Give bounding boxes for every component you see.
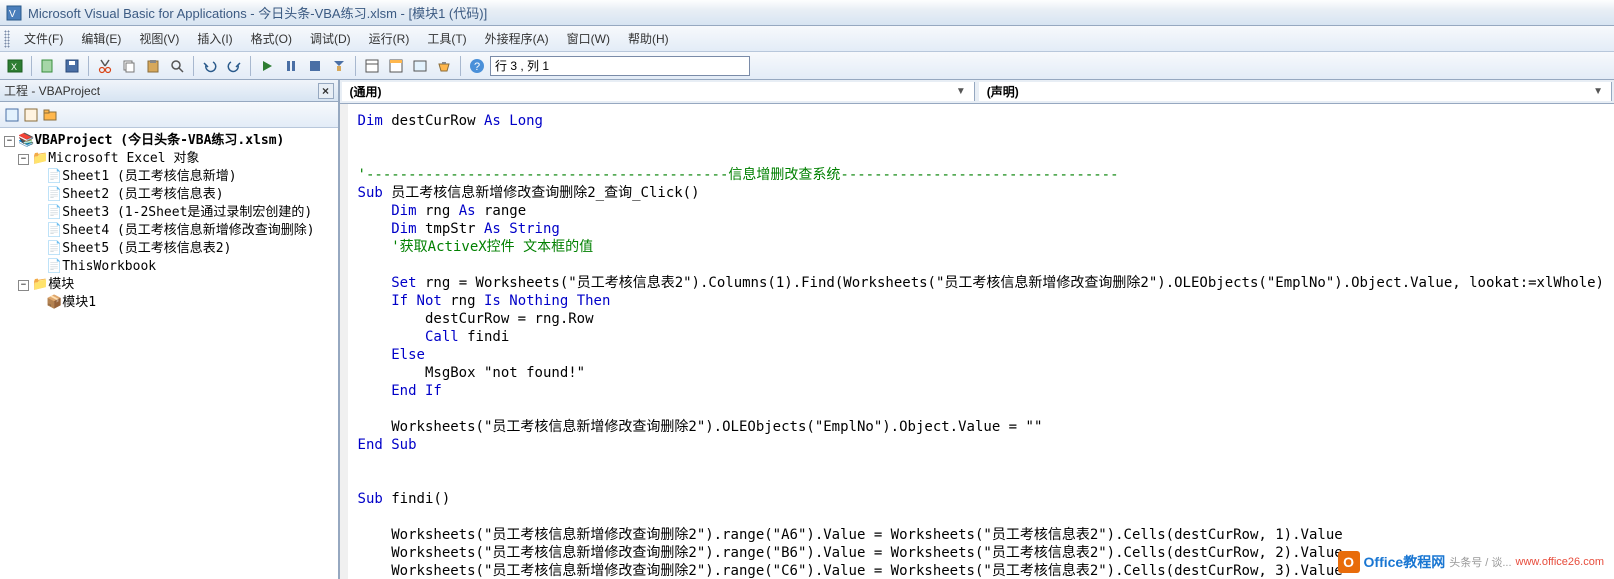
office-logo-icon: O bbox=[1338, 551, 1360, 573]
cursor-position: 行 3 , 列 1 bbox=[490, 56, 750, 76]
tree-sheet5[interactable]: 📄 Sheet5 (员工考核信息表2) bbox=[4, 240, 334, 258]
view-excel-icon[interactable]: X bbox=[4, 55, 26, 77]
code-window: (通用) ▼ (声明) ▼ Dim destCurRow As Long '--… bbox=[340, 80, 1614, 579]
tree-excel-objects[interactable]: −📁 Microsoft Excel 对象 bbox=[4, 150, 334, 168]
help-icon[interactable]: ? bbox=[466, 55, 488, 77]
expander-icon[interactable]: − bbox=[18, 154, 29, 165]
menubar: 文件(F) 编辑(E) 视图(V) 插入(I) 格式(O) 调试(D) 运行(R… bbox=[0, 26, 1614, 52]
tree-sheet2[interactable]: 📄 Sheet2 (员工考核信息表) bbox=[4, 186, 334, 204]
procedure-dropdown-label: (声明) bbox=[987, 83, 1019, 100]
undo-icon[interactable] bbox=[199, 55, 221, 77]
app-icon: V bbox=[6, 5, 22, 21]
object-dropdown-label: (通用) bbox=[350, 83, 382, 100]
project-explorer-icon[interactable] bbox=[361, 55, 383, 77]
project-toolbar bbox=[0, 102, 338, 128]
menu-insert[interactable]: 插入(I) bbox=[189, 28, 240, 49]
break-icon[interactable] bbox=[280, 55, 302, 77]
toolbar-grip[interactable] bbox=[4, 30, 10, 48]
menu-window[interactable]: 窗口(W) bbox=[559, 28, 618, 49]
titlebar: V Microsoft Visual Basic for Application… bbox=[0, 0, 1614, 26]
menu-tools[interactable]: 工具(T) bbox=[419, 28, 474, 49]
code-editor[interactable]: Dim destCurRow As Long '----------------… bbox=[340, 104, 1614, 579]
view-code-icon[interactable] bbox=[4, 107, 20, 123]
paste-icon[interactable] bbox=[142, 55, 164, 77]
procedure-dropdown[interactable]: (声明) ▼ bbox=[979, 82, 1612, 101]
cursor-position-text: 行 3 , 列 1 bbox=[495, 57, 549, 74]
svg-text:V: V bbox=[9, 9, 16, 20]
svg-text:X: X bbox=[11, 62, 17, 72]
toolbar: X ? 行 3 , 列 1 bbox=[0, 52, 1614, 80]
tree-sheet1[interactable]: 📄 Sheet1 (员工考核信息新增) bbox=[4, 168, 334, 186]
menu-run[interactable]: 运行(R) bbox=[361, 28, 418, 49]
project-explorer: 工程 - VBAProject × −📚 VBAProject (今日头条-VB… bbox=[0, 80, 340, 579]
expander-icon[interactable]: − bbox=[4, 136, 15, 147]
view-object-icon[interactable] bbox=[23, 107, 39, 123]
find-icon[interactable] bbox=[166, 55, 188, 77]
object-browser-icon[interactable] bbox=[409, 55, 431, 77]
chevron-down-icon: ▼ bbox=[1593, 86, 1603, 97]
menu-addins[interactable]: 外接程序(A) bbox=[477, 28, 557, 49]
code-header: (通用) ▼ (声明) ▼ bbox=[340, 80, 1614, 104]
menu-view[interactable]: 视图(V) bbox=[131, 28, 187, 49]
menu-file[interactable]: 文件(F) bbox=[16, 28, 71, 49]
close-icon[interactable]: × bbox=[318, 83, 334, 99]
menu-edit[interactable]: 编辑(E) bbox=[73, 28, 129, 49]
menu-debug[interactable]: 调试(D) bbox=[302, 28, 359, 49]
save-icon[interactable] bbox=[61, 55, 83, 77]
expander-icon[interactable]: − bbox=[18, 280, 29, 291]
tree-module1[interactable]: 📦 模块1 bbox=[4, 294, 334, 312]
tree-root[interactable]: −📚 VBAProject (今日头条-VBA练习.xlsm) bbox=[4, 132, 334, 150]
svg-text:?: ? bbox=[474, 61, 480, 73]
reset-icon[interactable] bbox=[304, 55, 326, 77]
properties-window-icon[interactable] bbox=[385, 55, 407, 77]
chevron-down-icon: ▼ bbox=[956, 86, 966, 97]
run-icon[interactable] bbox=[256, 55, 278, 77]
tree-thisworkbook[interactable]: 📄 ThisWorkbook bbox=[4, 258, 334, 276]
tree-modules[interactable]: −📁 模块 bbox=[4, 276, 334, 294]
project-explorer-title: 工程 - VBAProject bbox=[4, 82, 100, 99]
project-explorer-header: 工程 - VBAProject × bbox=[0, 80, 338, 102]
watermark-sub: 头条号 / 谈... bbox=[1449, 554, 1511, 570]
cut-icon[interactable] bbox=[94, 55, 116, 77]
toggle-folders-icon[interactable] bbox=[42, 107, 58, 123]
insert-object-icon[interactable] bbox=[37, 55, 59, 77]
watermark-brand: Office教程网 bbox=[1364, 552, 1446, 572]
window-title: Microsoft Visual Basic for Applications … bbox=[28, 3, 487, 22]
tree-sheet4[interactable]: 📄 Sheet4 (员工考核信息新增修改查询删除) bbox=[4, 222, 334, 240]
redo-icon[interactable] bbox=[223, 55, 245, 77]
project-tree[interactable]: −📚 VBAProject (今日头条-VBA练习.xlsm) −📁 Micro… bbox=[0, 128, 338, 579]
watermark-url: www.office26.com bbox=[1516, 556, 1604, 568]
menu-format[interactable]: 格式(O) bbox=[243, 28, 300, 49]
object-dropdown[interactable]: (通用) ▼ bbox=[342, 82, 975, 101]
tree-sheet3[interactable]: 📄 Sheet3 (1-2Sheet是通过录制宏创建的) bbox=[4, 204, 334, 222]
watermark: O Office教程网 头条号 / 谈... www.office26.com bbox=[1338, 551, 1604, 573]
menu-help[interactable]: 帮助(H) bbox=[620, 28, 677, 49]
design-mode-icon[interactable] bbox=[328, 55, 350, 77]
copy-icon[interactable] bbox=[118, 55, 140, 77]
toolbox-icon[interactable] bbox=[433, 55, 455, 77]
